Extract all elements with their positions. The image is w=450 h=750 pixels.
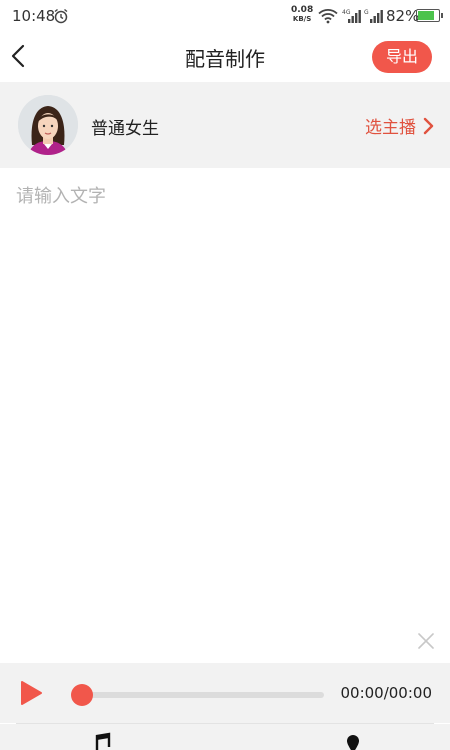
text-editor-area [0, 168, 450, 663]
voice-name: 普通女生 [91, 119, 159, 139]
network-speed-value: 0.08 [291, 5, 314, 15]
network-speed-unit: KB/S [292, 15, 312, 23]
progress-track[interactable] [82, 692, 324, 698]
battery-icon [416, 9, 443, 22]
svg-text:G: G [364, 9, 369, 16]
status-time: 10:48 [12, 7, 56, 25]
chevron-right-icon [423, 117, 434, 134]
signal-g-icon: G [364, 9, 383, 23]
battery-percent: 82% [386, 7, 420, 25]
voice-selector-row[interactable]: 普通女生 选主播 [0, 82, 450, 168]
title-bar: 配音制作 导出 [0, 32, 450, 82]
audio-player: 00:00/00:00 [0, 663, 450, 723]
progress-slider-knob[interactable] [71, 684, 93, 706]
choose-anchor-link[interactable]: 选主播 [365, 113, 434, 138]
network-speed: 0.08 KB/S [291, 6, 313, 24]
status-bar: 10:48 0.08 KB/S 4G G 82% [0, 0, 450, 32]
playback-time: 00:00/00:00 [340, 684, 432, 702]
anchor-avatar [18, 95, 78, 155]
location-pin-icon[interactable] [344, 734, 362, 750]
signal-4g-icon: 4G [342, 9, 361, 23]
text-input[interactable] [16, 182, 436, 622]
svg-text:4G: 4G [342, 9, 351, 16]
choose-anchor-label: 选主播 [365, 118, 416, 138]
bottom-toolbar [0, 724, 450, 750]
female-avatar-icon [18, 95, 78, 155]
clear-text-icon[interactable] [416, 631, 436, 651]
export-button[interactable]: 导出 [372, 41, 432, 73]
wifi-icon [318, 9, 338, 24]
play-icon[interactable] [19, 680, 43, 706]
alarm-icon [54, 8, 68, 24]
music-note-icon[interactable] [90, 732, 112, 750]
